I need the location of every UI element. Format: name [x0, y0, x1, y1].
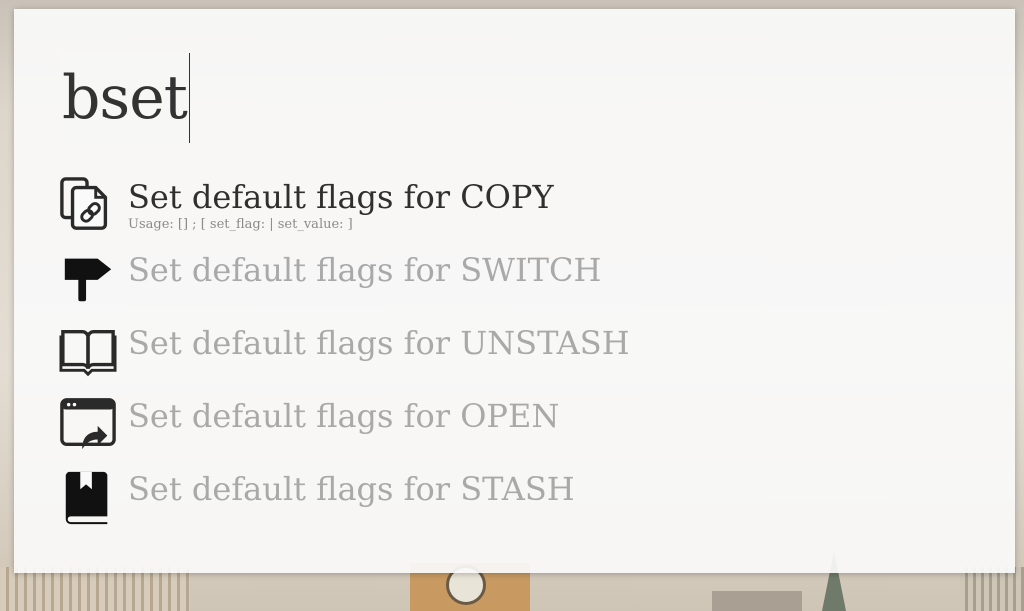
result-subtitle: Usage: [] ; [ set_flag: | set_value: ]: [128, 217, 353, 232]
window-open-icon: [58, 394, 118, 454]
open-book-icon: [58, 321, 118, 381]
text-caret: [188, 53, 190, 143]
result-title: Set default flags for OPEN: [128, 397, 560, 435]
results-list: Set default flags for COPY Usage: [] ; […: [58, 175, 958, 540]
search-input[interactable]: bset: [62, 53, 190, 143]
result-item-open[interactable]: Set default flags for OPEN: [58, 394, 958, 467]
result-item-stash[interactable]: Set default flags for STASH: [58, 467, 958, 540]
query-text[interactable]: bset: [62, 53, 189, 143]
result-title: Set default flags for UNSTASH: [128, 324, 630, 362]
launcher-panel: bset Set default flags for COPY Usage: […: [14, 9, 1015, 573]
bookmark-book-icon: [58, 467, 118, 527]
result-item-copy[interactable]: Set default flags for COPY Usage: [] ; […: [58, 175, 958, 248]
wallpaper-roof: [712, 591, 802, 611]
result-title: Set default flags for SWITCH: [128, 251, 602, 289]
copy-link-icon: [58, 175, 118, 235]
wallpaper-building: [0, 567, 190, 611]
signpost-icon: [58, 248, 118, 308]
result-title: Set default flags for COPY: [128, 178, 554, 216]
wallpaper-building: [960, 567, 1024, 611]
result-title: Set default flags for STASH: [128, 470, 575, 508]
result-item-unstash[interactable]: Set default flags for UNSTASH: [58, 321, 958, 394]
result-item-switch[interactable]: Set default flags for SWITCH: [58, 248, 958, 321]
